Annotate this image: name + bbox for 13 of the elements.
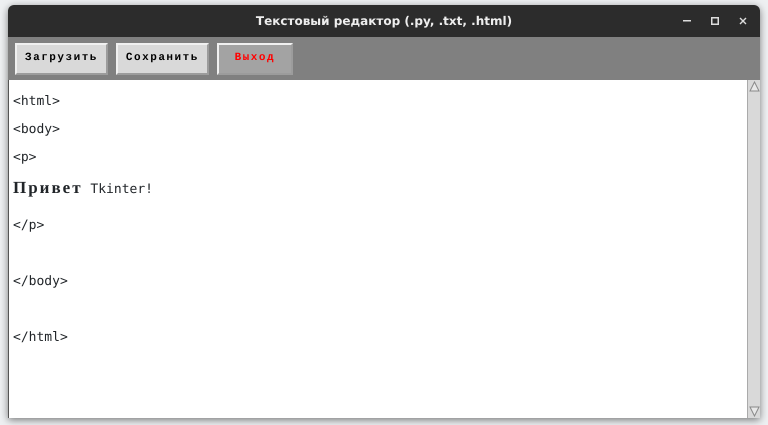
toolbar-button[interactable]: Сохранить <box>116 42 209 74</box>
text-line: </body> <box>13 274 68 289</box>
vertical-scrollbar[interactable] <box>747 80 760 418</box>
text-line: Привет Tkinter! <box>13 182 154 197</box>
scroll-up-icon[interactable] <box>748 80 760 93</box>
text-line: </html> <box>13 330 68 345</box>
text-line: <p> <box>13 150 36 165</box>
text-line: <body> <box>13 122 60 137</box>
scroll-down-icon[interactable] <box>748 405 760 418</box>
text-line: <html> <box>13 94 60 109</box>
text-line: </p> <box>13 218 44 233</box>
window-title: Текстовый редактор (.py, .txt, .html) <box>256 13 512 30</box>
toolbar-button[interactable]: Загрузить <box>15 42 108 74</box>
